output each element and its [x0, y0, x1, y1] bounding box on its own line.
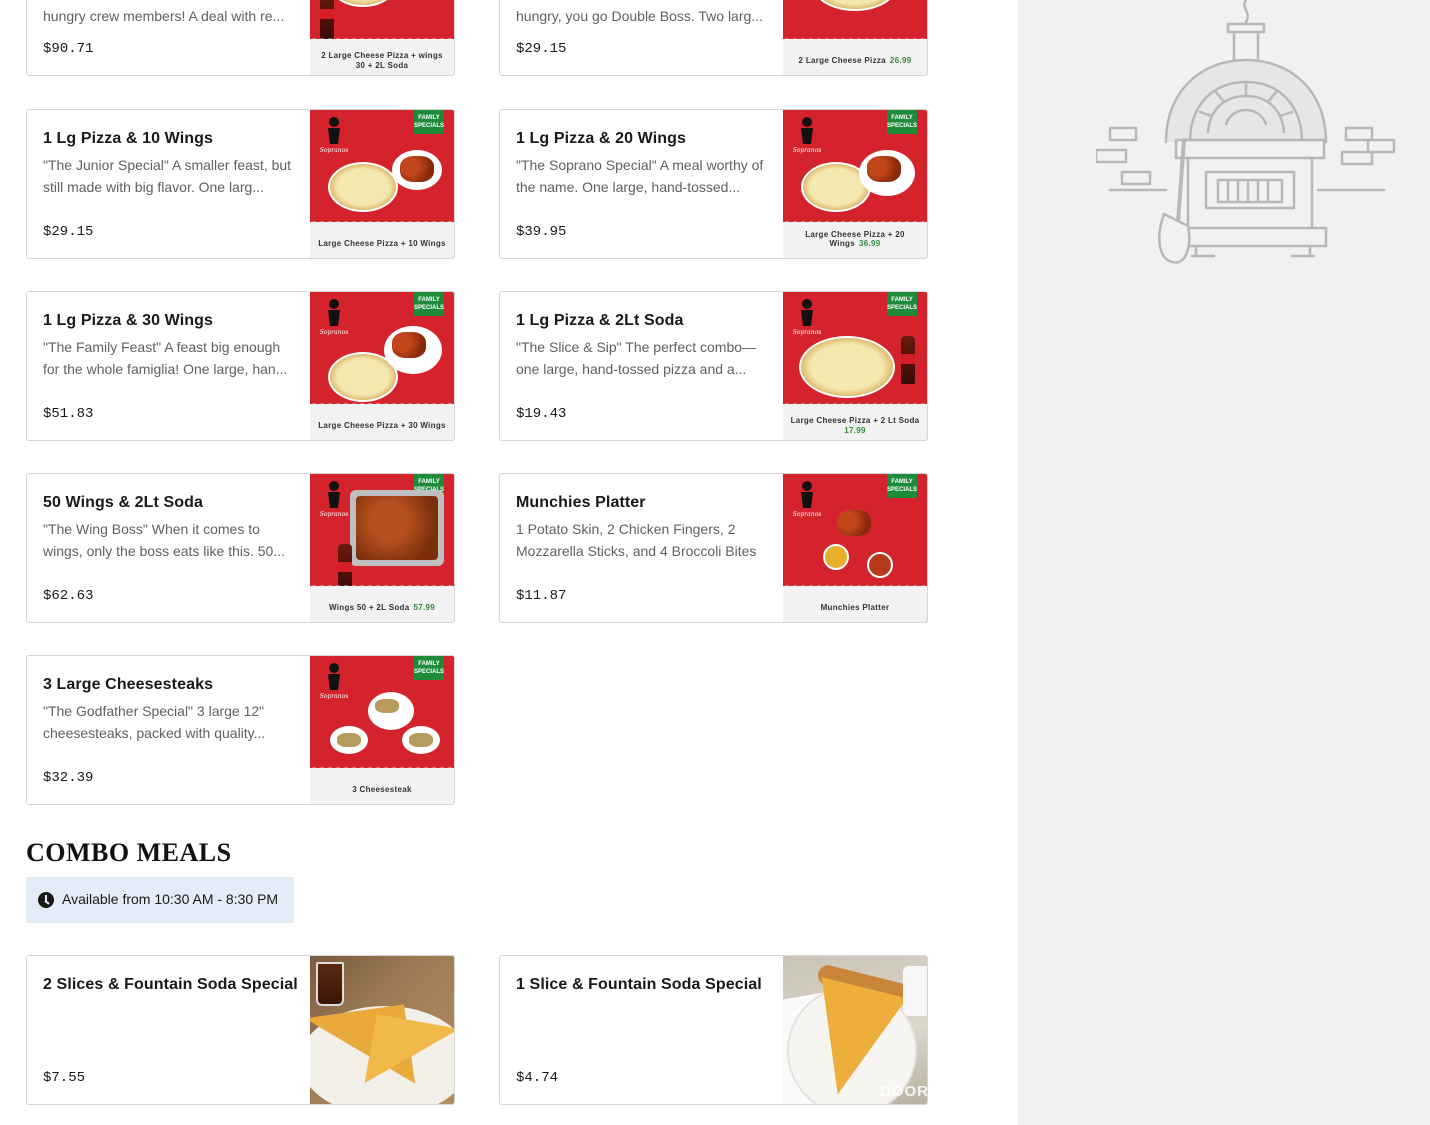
clock-icon [38, 892, 54, 908]
image-caption: Large Cheese Pizza + 20 Wings 36.99 [805, 230, 905, 248]
sopranos-logo: Sopranos [793, 117, 821, 154]
item-price: $7.55 [43, 1070, 86, 1086]
item-description: "The Slice & Sip" The perfect combo—one … [516, 339, 757, 377]
item-description: "The Soprano Special" A meal worthy of t… [516, 157, 764, 195]
svg-text:Sopranos: Sopranos [793, 511, 821, 518]
sopranos-logo: Sopranos [320, 663, 348, 700]
image-caption: 2 Large Cheese Pizza + wings 30 + 2L Sod… [321, 51, 443, 70]
pizza-oven-illustration [1096, 0, 1396, 264]
menu-item-card[interactable]: 3 Large Cheesesteaks "The Godfather Spec… [26, 655, 455, 805]
item-price: $19.43 [516, 406, 567, 422]
svg-text:Sopranos: Sopranos [320, 511, 348, 518]
item-image: Sopranos FAMILY SPECIALS Large Cheese Pi… [783, 110, 927, 258]
item-price: $51.83 [43, 406, 94, 422]
family-specials-badge: FAMILY SPECIALS [414, 292, 444, 316]
svg-text:Sopranos: Sopranos [320, 329, 348, 336]
item-description: 1 Potato Skin, 2 Chicken Fingers, 2 Mozz… [516, 521, 757, 559]
item-name: 1 Slice & Fountain Soda Special [516, 976, 762, 993]
item-image: Sopranos FAMILY SPECIALS Large Cheese Pi… [310, 292, 454, 440]
sopranos-logo: Sopranos [320, 117, 348, 154]
svg-text:Sopranos: Sopranos [320, 147, 348, 154]
item-name: 50 Wings & 2Lt Soda [43, 494, 204, 511]
item-price: $29.15 [43, 224, 94, 240]
right-sidebar [1018, 0, 1430, 1125]
item-image: Sopranos FAMILY SPECIALS Wings 50 + 2L S… [310, 474, 454, 622]
item-name: Munchies Platter [516, 494, 646, 511]
availability-banner: Available from 10:30 AM - 8:30 PM [26, 877, 294, 923]
image-caption: Munchies Platter [820, 603, 890, 612]
svg-text:Sopranos: Sopranos [793, 329, 821, 336]
item-description: hungry, you go Double Boss. Two larg... [516, 8, 763, 24]
menu-item-card[interactable]: Munchies Platter 1 Potato Skin, 2 Chicke… [499, 473, 928, 623]
item-image [310, 956, 454, 1104]
item-name: 1 Lg Pizza & 2Lt Soda [516, 312, 684, 329]
menu-item-card[interactable]: 2 Slices & Fountain Soda Special $7.55 [26, 955, 455, 1105]
item-description: "The Family Feast" A feast big enough fo… [43, 339, 288, 377]
family-specials-badge: FAMILY SPECIALS [887, 110, 917, 134]
item-image: Sopranos FAMILY SPECIALS Large Cheese Pi… [783, 292, 927, 440]
item-price: $11.87 [516, 588, 567, 604]
family-specials-badge: FAMILY SPECIALS [414, 656, 444, 680]
item-image: Sopranos FAMILY SPECIALS Large Cheese Pi… [310, 110, 454, 258]
item-name: 1 Lg Pizza & 20 Wings [516, 130, 686, 147]
menu-item-card[interactable]: 1 Slice & Fountain Soda Special $4.74 DO… [499, 955, 928, 1105]
item-description: "The Junior Special" A smaller feast, bu… [43, 157, 292, 195]
image-caption: Large Cheese Pizza + 30 Wings [318, 421, 446, 430]
item-price: $39.95 [516, 224, 567, 240]
menu-item-card[interactable]: hungry, you go Double Boss. Two larg... … [499, 0, 928, 76]
section-title: COMBO MEALS [26, 838, 232, 867]
item-name: 1 Lg Pizza & 10 Wings [43, 130, 213, 147]
item-image: Sopranos FAMILY SPECIALS Munchies Platte… [783, 474, 927, 622]
svg-text:Sopranos: Sopranos [793, 147, 821, 154]
availability-text: Available from 10:30 AM - 8:30 PM [62, 891, 279, 907]
image-caption: 2 Large Cheese Pizza 26.99 [798, 56, 912, 65]
menu-item-card[interactable]: 1 Lg Pizza & 10 Wings "The Junior Specia… [26, 109, 455, 259]
sopranos-logo: Sopranos [793, 481, 821, 518]
item-image: Sopranos FAMILY SPECIALS 3 Cheesesteak [310, 656, 454, 804]
image-caption: Large Cheese Pizza + 2 Lt Soda 17.99 [790, 416, 920, 435]
menu-item-card[interactable]: 1 Lg Pizza & 2Lt Soda "The Slice & Sip" … [499, 291, 928, 441]
image-caption: 3 Cheesesteak [352, 785, 412, 794]
image-caption: Large Cheese Pizza + 10 Wings [318, 239, 446, 248]
sopranos-logo: Sopranos [320, 299, 348, 336]
item-name: 2 Slices & Fountain Soda Special [43, 976, 298, 993]
menu-item-card[interactable]: 50 Wings & 2Lt Soda "The Wing Boss" When… [26, 473, 455, 623]
menu-item-card[interactable]: hungry crew members! A deal with re... $… [26, 0, 455, 76]
item-name: 1 Lg Pizza & 30 Wings [43, 312, 213, 329]
menu-item-card[interactable]: 1 Lg Pizza & 20 Wings "The Soprano Speci… [499, 109, 928, 259]
watermark: DOOR [880, 1083, 927, 1100]
svg-text:Sopranos: Sopranos [320, 693, 348, 700]
item-description: "The Godfather Special" 3 large 12" chee… [43, 703, 266, 741]
item-price: $4.74 [516, 1070, 559, 1086]
family-specials-badge: FAMILY SPECIALS [887, 474, 917, 498]
item-image: 2 Large Cheese Pizza 26.99 [783, 0, 927, 75]
menu-column: hungry crew members! A deal with re... $… [0, 0, 1018, 1125]
item-description: "The Wing Boss" When it comes to wings, … [43, 521, 286, 559]
item-image: 2 Large Cheese Pizza + wings 30 + 2L Sod… [310, 0, 454, 75]
family-specials-badge: FAMILY SPECIALS [414, 110, 444, 134]
sopranos-logo: Sopranos [320, 481, 348, 518]
item-price: $62.63 [43, 588, 94, 604]
menu-item-card[interactable]: 1 Lg Pizza & 30 Wings "The Family Feast"… [26, 291, 455, 441]
item-price: $29.15 [516, 41, 567, 57]
item-image: DOOR [783, 956, 927, 1104]
item-price: $90.71 [43, 41, 94, 57]
family-specials-badge: FAMILY SPECIALS [887, 292, 917, 316]
item-price: $32.39 [43, 770, 94, 786]
item-name: 3 Large Cheesesteaks [43, 676, 214, 693]
sopranos-logo: Sopranos [793, 299, 821, 336]
image-caption: Wings 50 + 2L Soda 57.99 [328, 603, 436, 612]
item-description: hungry crew members! A deal with re... [43, 8, 285, 24]
